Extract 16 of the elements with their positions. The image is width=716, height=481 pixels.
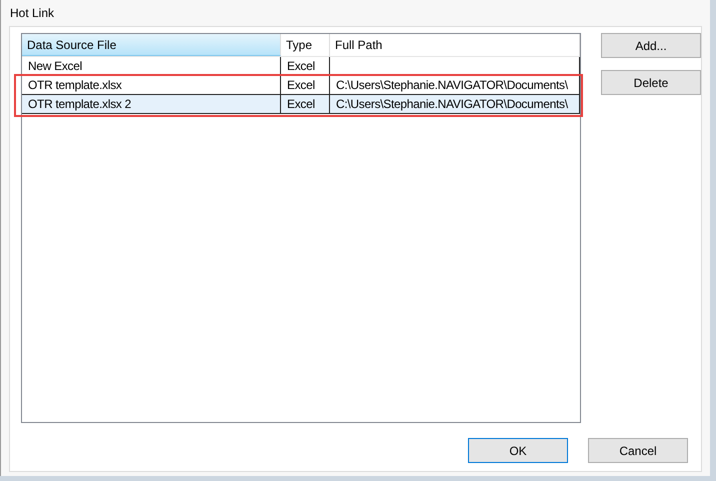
- table-cell: New Excel: [22, 57, 281, 75]
- table-row[interactable]: OTR template.xlsx Excel C:\Users\Stephanie.NAVIGATOR\Documents\: [22, 76, 580, 95]
- side-button[interactable]: Delete: [601, 70, 701, 95]
- side-button[interactable]: Add...: [601, 33, 701, 58]
- table-cell: Excel: [281, 95, 330, 113]
- table-cell: OTR template.xlsx: [22, 76, 281, 94]
- table-cell: OTR template.xlsx 2: [22, 95, 281, 113]
- table-cell: Excel: [281, 76, 330, 94]
- window-title: Hot Link: [10, 5, 54, 22]
- table-row[interactable]: OTR template.xlsx 2 Excel C:\Users\Stephanie.NAVIGATOR\Documents\: [22, 95, 580, 114]
- column-header[interactable]: Data Source File: [22, 34, 281, 56]
- table-cell: C:\Users\Stephanie.NAVIGATOR\Documents\: [330, 95, 580, 113]
- dialog-button[interactable]: OK: [468, 438, 568, 463]
- dialog-button[interactable]: Cancel: [588, 438, 688, 463]
- table-cell: C:\Users\Stephanie.NAVIGATOR\Documents\: [330, 76, 580, 94]
- table-cell: Excel: [281, 57, 330, 75]
